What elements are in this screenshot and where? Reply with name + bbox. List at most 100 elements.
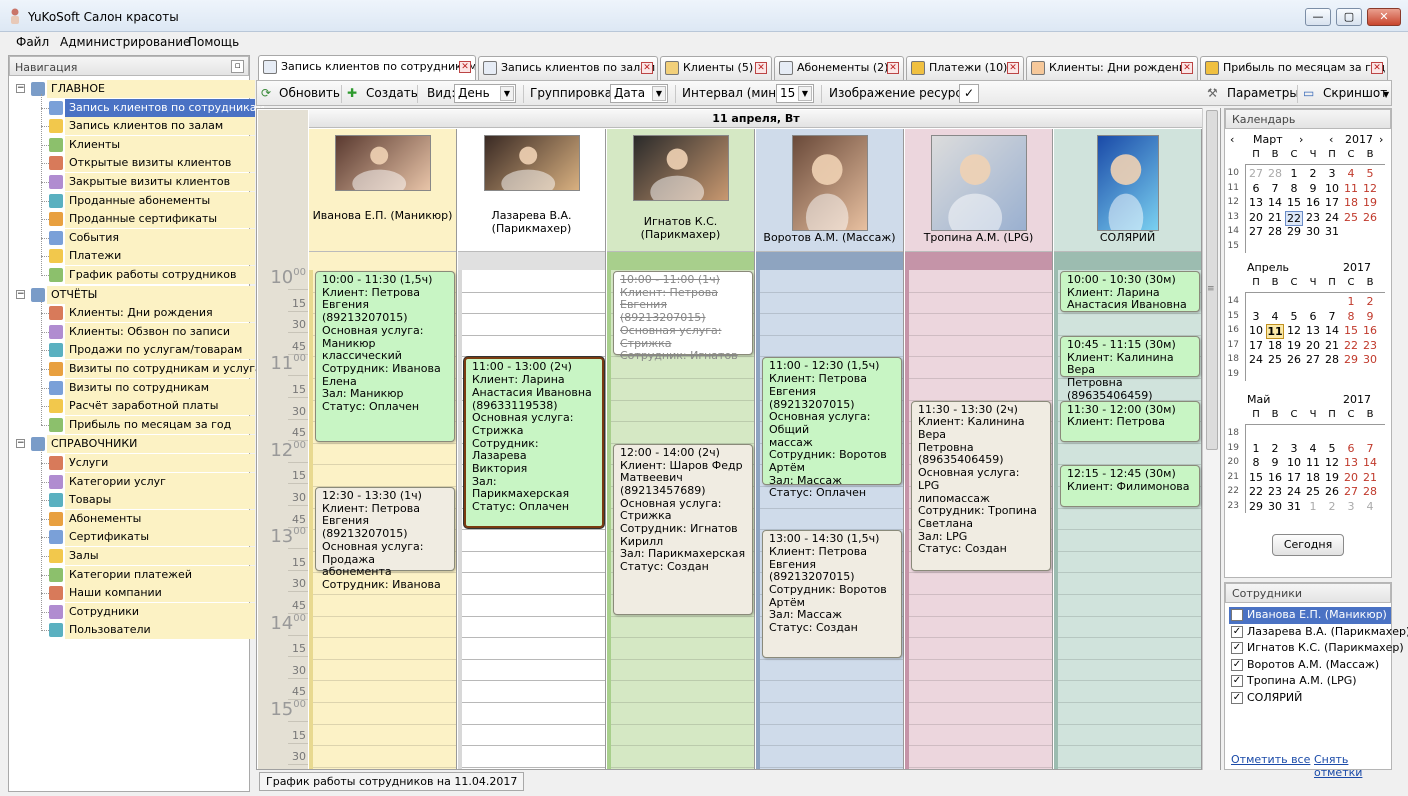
nav-item[interactable]: Услуги [65, 454, 255, 472]
calendar-day[interactable]: 18 [1304, 471, 1322, 484]
calendar-day[interactable]: 22 [1285, 210, 1303, 226]
calendar-day[interactable]: 4 [1361, 500, 1379, 513]
calendar-day[interactable]: 17 [1285, 471, 1303, 484]
calendar-day[interactable]: 15 [1247, 471, 1265, 484]
employee-item[interactable]: ✓ Иванова Е.П. (Маникюр) [1229, 607, 1391, 624]
calendar-day[interactable]: 27 [1247, 167, 1265, 180]
tab-appointments-by-room[interactable]: Запись клиентов по залам ✕ [478, 56, 658, 80]
grouping-select[interactable]: Дата ▼ [610, 84, 668, 103]
calendar-day[interactable]: 3 [1323, 167, 1341, 180]
calendar-day[interactable]: 29 [1247, 500, 1265, 513]
nav-item[interactable]: Клиенты: Обзвон по записи [65, 322, 255, 341]
calendar-day[interactable]: 1 [1247, 442, 1265, 455]
calendar-day[interactable]: 17 [1323, 196, 1341, 209]
calendar-day[interactable]: 4 [1304, 442, 1322, 455]
calendar-day[interactable]: 26 [1361, 211, 1379, 224]
calendar-day[interactable]: 25 [1304, 485, 1322, 498]
interval-select[interactable]: 15 ▼ [776, 84, 814, 103]
resource-image-checkbox[interactable]: ✓ [959, 84, 979, 103]
parameters-button[interactable]: Параметры [1227, 86, 1299, 100]
calendar-day[interactable]: 31 [1285, 500, 1303, 513]
calendar-day[interactable]: 10 [1247, 324, 1265, 337]
appointment[interactable]: 12:00 - 14:00 (2ч) Клиент: Шаров Федр Матв… [613, 443, 753, 615]
calendar-day[interactable]: 31 [1323, 225, 1341, 238]
calendar-day[interactable]: 16 [1266, 471, 1284, 484]
nav-item[interactable]: Сотрудники [65, 602, 255, 621]
calendar-day[interactable]: 11 [1266, 324, 1284, 340]
calendar-day[interactable]: 30 [1266, 500, 1284, 513]
resource-header[interactable]: Игнатов К.С. (Парикмахер) [607, 129, 754, 251]
nav-item[interactable]: Категории платежей [65, 565, 255, 584]
calendar-day[interactable]: 24 [1247, 353, 1265, 366]
calendar-day[interactable]: 3 [1247, 310, 1265, 323]
calendar-day[interactable]: 19 [1323, 471, 1341, 484]
calendar-day[interactable]: 1 [1285, 167, 1303, 180]
plus-icon[interactable]: ✚ [347, 86, 357, 100]
nav-group-0[interactable]: ГЛАВНОЕ [47, 80, 255, 98]
nav-item[interactable]: Проданные абонементы [65, 191, 255, 210]
calendar-day[interactable]: 27 [1304, 353, 1322, 366]
appointment[interactable]: 11:00 - 12:30 (1,5ч) Клиент: Петрова Евген… [762, 357, 902, 499]
next-month-icon[interactable]: › [1299, 133, 1303, 146]
calendar-day[interactable]: 19 [1285, 339, 1303, 352]
refresh-icon[interactable]: ⟳ [261, 86, 271, 100]
calendar-day[interactable]: 30 [1361, 353, 1379, 366]
chevron-down-icon[interactable]: ▼ [798, 86, 812, 101]
chevron-down-icon[interactable]: ▼ [500, 86, 514, 101]
calendar-day[interactable]: 6 [1342, 442, 1360, 455]
calendar-day[interactable]: 7 [1361, 442, 1379, 455]
employee-checkbox[interactable]: ✓ [1231, 658, 1243, 671]
calendar-day[interactable]: 10 [1285, 456, 1303, 469]
nav-item[interactable]: Клиенты [65, 135, 255, 154]
employee-item[interactable]: ✓ Лазарева В.А. (Парикмахер) [1229, 624, 1408, 641]
tab-clients[interactable]: Клиенты (5) ✕ [660, 56, 772, 80]
calendar-day[interactable]: 23 [1304, 211, 1322, 224]
next-year-icon[interactable]: › [1379, 133, 1383, 146]
calendar-day[interactable]: 28 [1266, 167, 1284, 180]
calendar-day[interactable]: 8 [1342, 310, 1360, 323]
menu-file[interactable]: Файл [16, 35, 49, 49]
appointment[interactable]: 13:00 - 14:30 (1,5ч) Клиент: Петрова Евген… [762, 530, 902, 658]
refresh-button[interactable]: Обновить [279, 86, 340, 100]
chevron-down-icon[interactable]: ▼ [1383, 90, 1389, 99]
calendar-day[interactable]: 22 [1342, 339, 1360, 352]
calendar-day[interactable]: 26 [1323, 485, 1341, 498]
employee-item[interactable]: ✓ СОЛЯРИЙ [1229, 690, 1391, 707]
calendar-day[interactable]: 21 [1361, 471, 1379, 484]
calendar-day[interactable]: 14 [1361, 456, 1379, 469]
nav-group-2[interactable]: СПРАВОЧНИКИ [47, 435, 255, 454]
calendar-day[interactable]: 26 [1285, 353, 1303, 366]
tab-close-icon[interactable]: ✕ [887, 62, 899, 74]
employee-checkbox[interactable]: ✓ [1231, 625, 1243, 638]
resource-header[interactable]: Иванова Е.П. (Маникюр) [309, 129, 456, 251]
nav-item[interactable]: Прибыль по месяцам за год [65, 415, 255, 434]
monitor-icon[interactable]: ▭ [1303, 86, 1314, 100]
scroll-thumb[interactable] [1206, 110, 1218, 450]
calendar-day[interactable]: 28 [1266, 225, 1284, 238]
calendar-day[interactable]: 17 [1247, 339, 1265, 352]
resource-header[interactable]: Воротов А.М. (Массаж) [756, 129, 903, 251]
tab-close-icon[interactable]: ✕ [755, 62, 767, 74]
collapse-icon[interactable]: − [16, 439, 25, 449]
calendar-day[interactable]: 2 [1304, 167, 1322, 180]
nav-item[interactable]: Проданные сертификаты [65, 210, 255, 229]
calendar-day[interactable]: 10 [1323, 182, 1341, 195]
calendar-day[interactable]: 8 [1285, 182, 1303, 195]
calendar-day[interactable]: 3 [1342, 500, 1360, 513]
calendar-day[interactable]: 16 [1361, 324, 1379, 337]
calendar-day[interactable]: 24 [1323, 211, 1341, 224]
appointment[interactable]: 10:00 - 10:30 (30м) Клиент: Ларина Анастас… [1060, 271, 1200, 313]
nav-item[interactable]: Открытые визиты клиентов [65, 154, 255, 173]
wrench-icon[interactable]: ⚒ [1207, 86, 1218, 100]
nav-item[interactable]: Сертификаты [65, 528, 255, 547]
calendar-day[interactable]: 20 [1342, 471, 1360, 484]
resource-header[interactable]: Тропина А.М. (LPG) [905, 129, 1052, 251]
calendar-day[interactable]: 27 [1342, 485, 1360, 498]
calendar-day[interactable]: 2 [1266, 442, 1284, 455]
menu-admin[interactable]: Администрирование [60, 35, 190, 49]
calendar-day[interactable]: 6 [1247, 182, 1265, 195]
nav-item[interactable]: Запись клиентов по сотрудникам [65, 98, 265, 117]
nav-group-1[interactable]: ОТЧЁТЫ [47, 285, 255, 304]
nav-item[interactable]: Запись клиентов по залам [65, 117, 255, 136]
create-button[interactable]: Создать [366, 86, 418, 100]
